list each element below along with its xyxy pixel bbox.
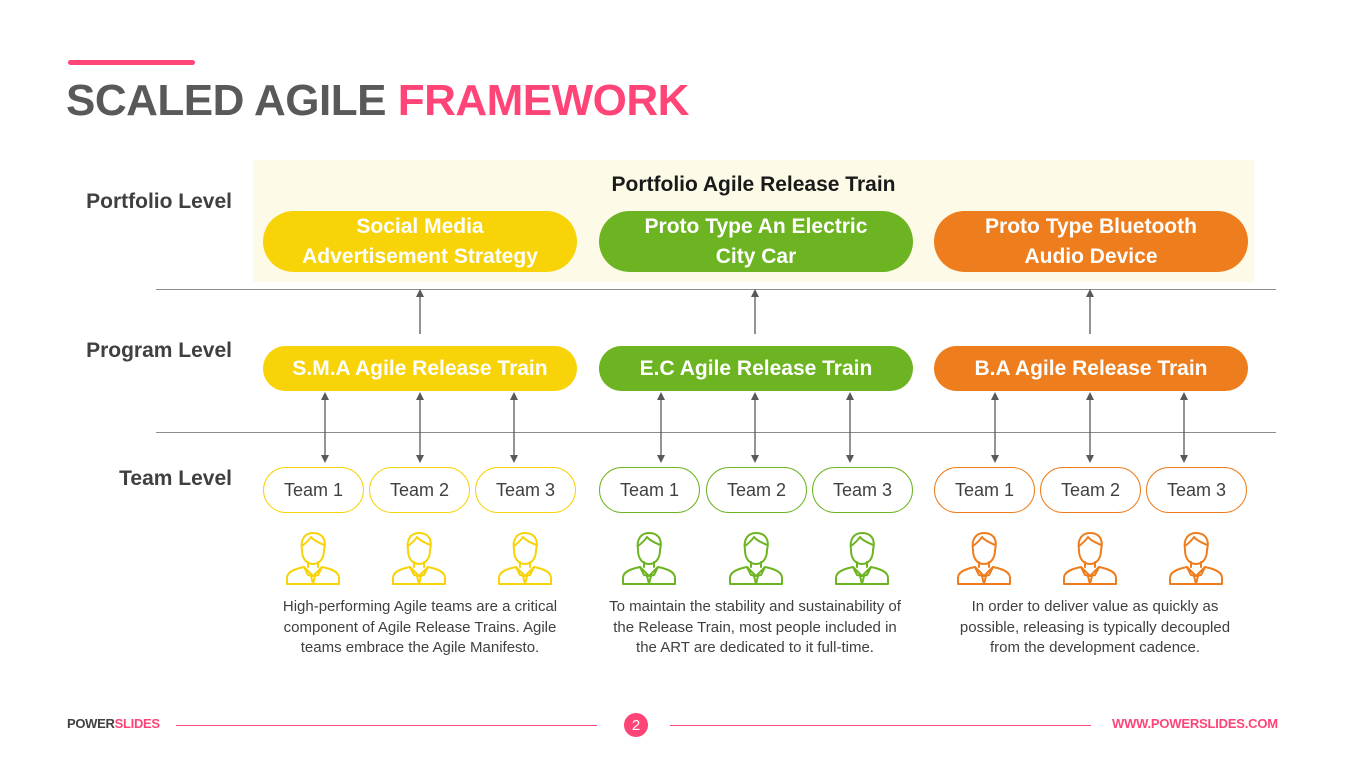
person-icon [390,530,448,586]
portfolio-item-line1: Social Media [356,214,484,238]
portfolio-item-line1: Proto Type An Electric [644,214,868,238]
person-icon [620,530,678,586]
team-label: Team 1 [619,479,680,500]
person-icon [284,530,342,586]
program-item-ba: B.A Agile Release Train [934,346,1248,391]
title-part-1: SCALED AGILE [66,76,386,125]
portfolio-title: Portfolio Agile Release Train [611,173,896,196]
team-1-ec: Team 1 [599,467,700,513]
portfolio-level-label: Portfolio Level [86,190,232,213]
portfolio-item-line2: City Car [715,244,797,268]
footer-line-left [176,725,597,726]
team-3-sma: Team 3 [475,467,576,513]
page-title: SCALED AGILE FRAMEWORK [66,76,689,126]
person-icon [955,530,1013,586]
team-label: Team 3 [495,479,556,500]
team-label: Team 2 [726,479,787,500]
team-label: Team 2 [389,479,450,500]
portfolio-item-social-media: Social Media Advertisement Strategy [263,211,577,272]
team-label: Team 3 [1166,479,1227,500]
portfolio-item-line1: Proto Type Bluetooth [985,214,1197,238]
team-1-sma: Team 1 [263,467,364,513]
person-icon [727,530,785,586]
divider-program-team [156,432,1276,433]
program-item-sma: S.M.A Agile Release Train [263,346,577,391]
brand-part-2: SLIDES [114,716,160,731]
team-label: Team 1 [954,479,1015,500]
footer-brand-logo: POWERSLIDES [67,716,160,731]
team-3-ba: Team 3 [1146,467,1247,513]
portfolio-item-line2: Audio Device [1024,244,1158,268]
team-level-label: Team Level [119,467,232,490]
team-3-ec: Team 3 [812,467,913,513]
description-sma: High-performing Agile teams are a critic… [282,598,558,656]
person-icon [1167,530,1225,586]
person-icon [1061,530,1119,586]
description-ec: To maintain the stability and sustainabi… [609,598,901,656]
program-level-label: Program Level [86,339,232,362]
description-ba: In order to deliver value as quickly as … [959,598,1231,656]
program-item-label: B.A Agile Release Train [974,356,1208,380]
divider-portfolio-program [156,289,1276,290]
program-item-ec: E.C Agile Release Train [599,346,913,391]
footer-url[interactable]: WWW.POWERSLIDES.COM [1112,716,1278,731]
team-label: Team 1 [283,479,344,500]
page-number-badge: 2 [624,713,648,737]
title-accent-bar [68,60,195,65]
portfolio-item-electric-car: Proto Type An Electric City Car [599,211,913,272]
program-item-label: S.M.A Agile Release Train [292,356,548,380]
footer-line-right [670,725,1091,726]
program-item-label: E.C Agile Release Train [639,356,873,380]
team-2-ba: Team 2 [1040,467,1141,513]
team-label: Team 2 [1060,479,1121,500]
team-label: Team 3 [832,479,893,500]
team-2-sma: Team 2 [369,467,470,513]
portfolio-item-line2: Advertisement Strategy [302,244,538,268]
team-1-ba: Team 1 [934,467,1035,513]
team-2-ec: Team 2 [706,467,807,513]
title-part-2: FRAMEWORK [397,76,690,125]
person-icon [833,530,891,586]
portfolio-item-bluetooth-audio: Proto Type Bluetooth Audio Device [934,211,1248,272]
brand-part-1: POWER [67,716,115,731]
person-icon [496,530,554,586]
